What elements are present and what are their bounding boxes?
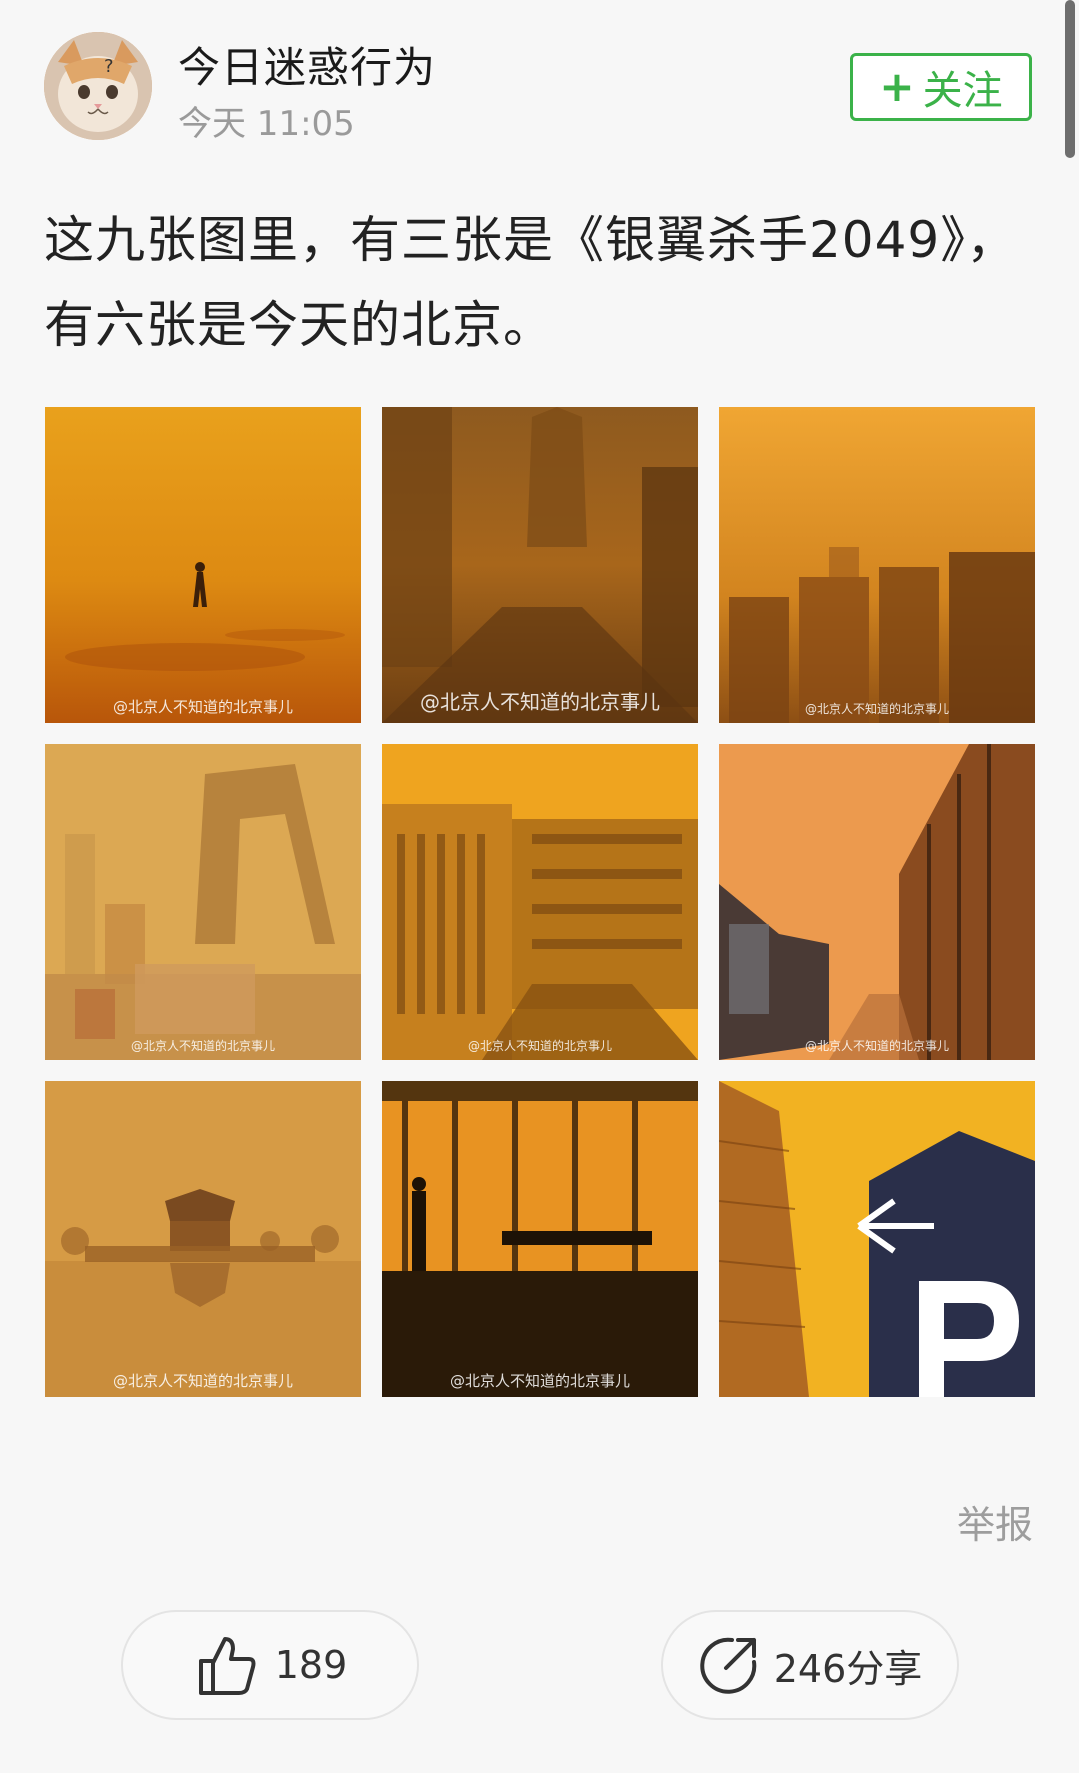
post-image-3[interactable]: @北京人不知道的北京事儿 (719, 407, 1035, 723)
image-watermark: @北京人不知道的北京事儿 (112, 1372, 293, 1390)
thumbs-up-icon (193, 1631, 261, 1699)
image-watermark: @北京人不知道的北京事儿 (112, 698, 293, 716)
like-count: 189 (274, 1643, 348, 1687)
image-watermark: @北京人不知道的北京事儿 (420, 690, 660, 714)
post-image-4[interactable]: @北京人不知道的北京事儿 (45, 744, 361, 1060)
post-image-7[interactable]: @北京人不知道的北京事儿 (45, 1081, 361, 1397)
share-button[interactable]: 246分享 (661, 1610, 959, 1720)
like-button[interactable]: 189 (121, 1610, 419, 1720)
image-watermark: @北京人不知道的北京事儿 (804, 1039, 949, 1053)
post-image-2[interactable]: @北京人不知道的北京事儿 (382, 407, 698, 723)
post-text-line: 这九张图里，有三张是《银翼杀手2049》， (44, 211, 1018, 269)
avatar[interactable]: ? (44, 32, 152, 140)
follow-button[interactable]: + 关注 (850, 53, 1032, 121)
image-grid: @北京人不知道的北京事儿 @北京人不知道的北京事儿 @北京人不知道的北京事儿 @… (45, 407, 1036, 1397)
post-text-line: 有六张是今天的北京。 (44, 296, 554, 354)
username[interactable]: 今日迷惑行为 (178, 34, 436, 95)
post-image-8[interactable]: @北京人不知道的北京事儿 (382, 1081, 698, 1397)
report-link[interactable]: 举报 (957, 1494, 1033, 1549)
plus-icon: + (879, 62, 915, 111)
scrollbar[interactable] (1065, 0, 1075, 158)
weibo-post-page: ? 今日迷惑行为 今天 11:05 + 关注 这九张图里，有三张是《银翼杀手20… (0, 0, 1079, 1773)
post-image-5[interactable]: @北京人不知道的北京事儿 (382, 744, 698, 1060)
image-watermark: @北京人不知道的北京事儿 (804, 702, 949, 716)
post-image-6[interactable]: @北京人不知道的北京事儿 (719, 744, 1035, 1060)
image-watermark: @北京人不知道的北京事儿 (467, 1039, 612, 1053)
post-image-9[interactable] (719, 1081, 1035, 1397)
post-text: 这九张图里，有三张是《银翼杀手2049》， 有六张是今天的北京。 (44, 198, 1034, 368)
post-image-1[interactable]: @北京人不知道的北京事儿 (45, 407, 361, 723)
share-icon (698, 1634, 760, 1696)
image-watermark: @北京人不知道的北京事儿 (449, 1372, 630, 1390)
post-timestamp: 今天 11:05 (178, 104, 355, 144)
share-label: 246分享 (773, 1646, 923, 1691)
image-watermark: @北京人不知道的北京事儿 (130, 1039, 275, 1053)
svg-text:?: ? (104, 56, 114, 77)
follow-label: 关注 (922, 68, 1003, 114)
